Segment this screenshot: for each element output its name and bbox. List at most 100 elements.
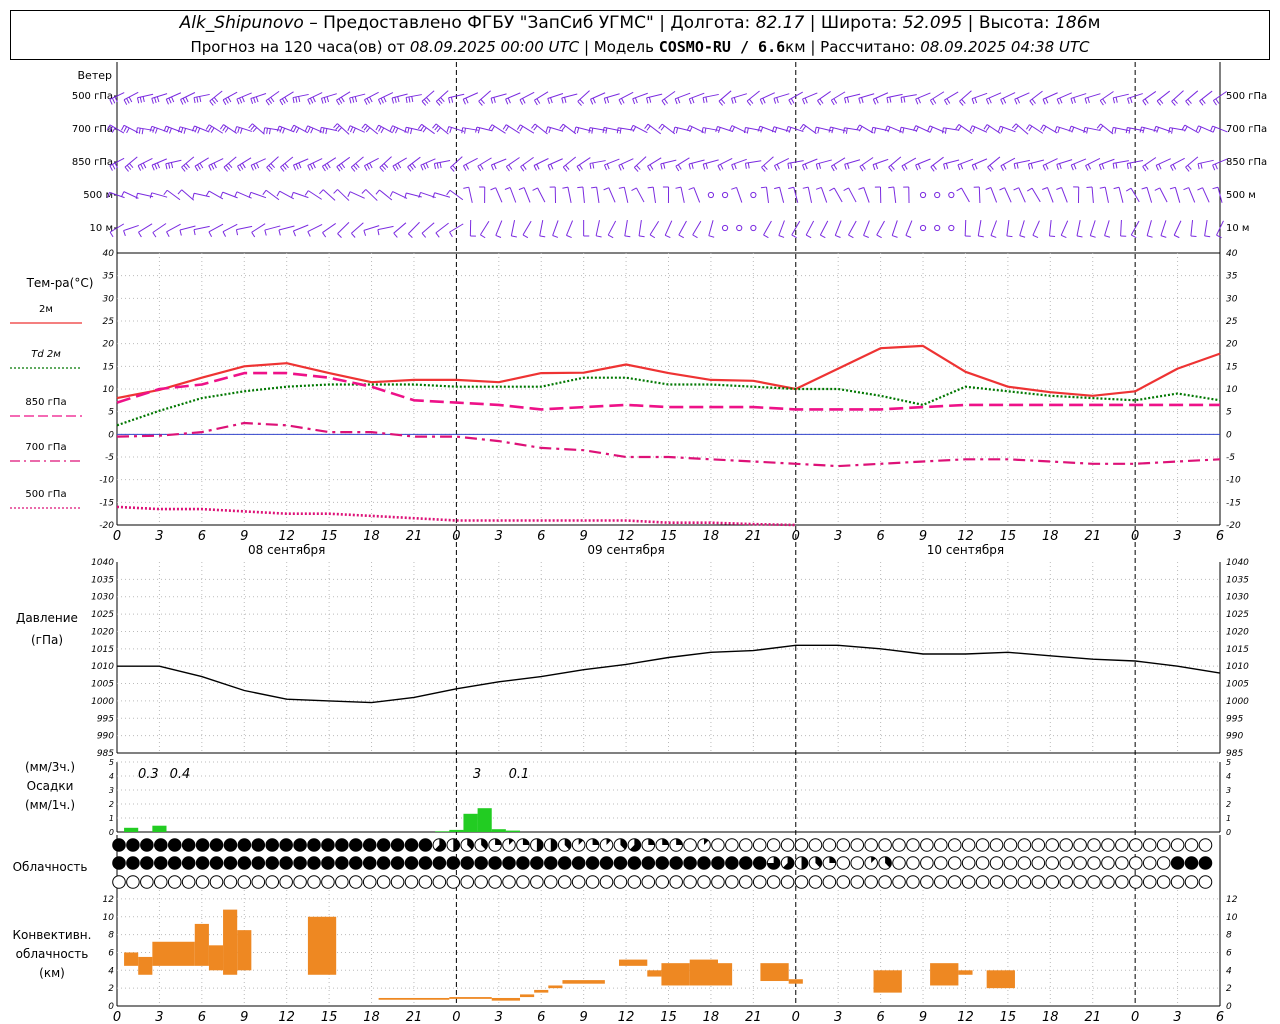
wind-barb <box>680 187 685 203</box>
cloud-symbol-fill <box>592 838 599 845</box>
cloud-symbol-mid <box>669 856 683 870</box>
wind-barb-feather <box>545 126 549 133</box>
cloud-symbol-low <box>975 875 990 889</box>
wind-barb-feather <box>298 96 301 103</box>
cloud-symbol-low <box>237 875 252 889</box>
wind-barb <box>623 187 629 203</box>
wind-barb-feather <box>591 186 597 189</box>
wind-barb-feather <box>1201 98 1206 104</box>
wind-barb <box>891 220 898 236</box>
wind-barb <box>986 92 1002 100</box>
wind-barb <box>1113 93 1129 99</box>
wind-barb-feather <box>123 126 128 132</box>
wind-barb-feather <box>644 123 649 129</box>
wind-barb-feather <box>985 125 990 132</box>
hour-tick-temp: 3 <box>495 529 503 544</box>
cloud-symbol-high <box>1101 838 1115 852</box>
wind-barb-feather <box>802 125 807 131</box>
wind-barb-feather <box>377 99 382 105</box>
cloud-symbol-mid <box>543 856 558 870</box>
wind-barb-feather <box>449 127 452 133</box>
cloud-symbol-mid <box>112 856 126 870</box>
wind-barb <box>1188 187 1196 203</box>
wind-barb-feather <box>462 99 466 105</box>
wind-barb-feather <box>326 162 331 169</box>
hour-tick-temp: 0 <box>792 529 800 544</box>
cloud-symbol-mid <box>989 856 1004 870</box>
cloud-symbol-mid <box>126 856 140 870</box>
cloud-symbol-low <box>446 875 461 889</box>
wind-level-right: 700 гПа <box>1226 124 1267 135</box>
wind-barb <box>363 225 380 231</box>
hour-tick-temp: 21 <box>745 529 762 544</box>
cloud-symbol-high <box>934 838 948 852</box>
wind-barb-feather <box>248 123 253 129</box>
wind-barb-feather <box>193 97 196 104</box>
wind-barb <box>408 221 420 235</box>
wind-barb-feather <box>168 97 172 104</box>
wind-barb <box>915 92 931 100</box>
wind-barb-feather <box>407 166 412 172</box>
wind-barb-feather <box>280 166 285 172</box>
wind-barb <box>152 223 167 233</box>
wind-barb-feather <box>1171 101 1176 106</box>
wind-barb-feather <box>817 100 822 106</box>
wind-barb-feather <box>268 165 273 170</box>
cloud-symbol-mid <box>516 856 530 870</box>
wind-barb-feather <box>1042 187 1048 190</box>
wind-barb-feather <box>213 162 217 169</box>
cloud-symbol-mid <box>140 856 154 870</box>
cloud-symbol-high <box>140 838 154 852</box>
hour-tick-temp: 12 <box>957 529 974 544</box>
cloud-symbol-low <box>752 875 767 889</box>
wind-barb-feather <box>219 124 224 130</box>
conv-cloud-bar <box>237 930 252 971</box>
cloud-symbol-high <box>766 838 781 852</box>
cloud-symbol-mid <box>850 856 865 870</box>
wind-barb-feather <box>983 124 988 130</box>
wind-barb-feather <box>1112 163 1115 169</box>
wind-barb <box>180 92 196 100</box>
cloud-symbol-high <box>390 838 405 852</box>
wind-barb-feather <box>369 162 373 169</box>
wind-barb <box>1104 220 1110 236</box>
wind-barb <box>468 187 473 203</box>
wind-barb-feather <box>383 96 387 103</box>
wind-barb-feather <box>199 162 204 169</box>
temp-tick-right: 15 <box>1226 362 1238 372</box>
wind-barb-feather <box>1000 165 1004 171</box>
cloud-symbol-high <box>376 838 391 852</box>
wind-barb-feather <box>619 128 622 134</box>
wind-barb-feather <box>197 164 201 170</box>
cloud-symbol-low <box>460 875 475 889</box>
wind-barb-feather <box>1212 126 1216 133</box>
wind-barb-feather <box>394 164 399 170</box>
wind-barb-feather <box>1129 162 1132 169</box>
wind-barb-feather <box>875 163 879 170</box>
wind-barb-feather <box>1216 234 1222 239</box>
temp-tick-right: 25 <box>1226 317 1238 327</box>
legend-label-t700: 700 гПа <box>25 442 66 453</box>
precip-tick-left: 3 <box>109 786 114 795</box>
precip-tick-right: 3 <box>1226 786 1231 795</box>
wind-barb-feather <box>304 190 309 196</box>
wind-barb-feather <box>1086 127 1089 134</box>
wind-calm-mark <box>721 224 729 232</box>
wind-barb <box>336 91 351 101</box>
wind-barb <box>1118 187 1124 203</box>
wind-barb-feather <box>225 164 231 170</box>
wind-barb-feather <box>363 125 368 131</box>
cloud-symbol-mid <box>934 856 948 870</box>
temp-tick-left: 5 <box>108 408 114 418</box>
temp-tick-left: 30 <box>103 294 115 304</box>
wind-barb <box>377 225 394 231</box>
wind-barb-feather <box>945 163 949 169</box>
wind-barb-feather <box>1099 186 1106 189</box>
wind-barb-feather <box>505 98 509 105</box>
wind-barb-feather <box>171 96 175 103</box>
wind-barb-feather <box>507 97 511 104</box>
precip-tick-left: 1 <box>109 814 114 823</box>
wind-barb <box>123 224 139 232</box>
precip-bar <box>435 831 450 832</box>
wind-barb-feather <box>748 98 754 104</box>
